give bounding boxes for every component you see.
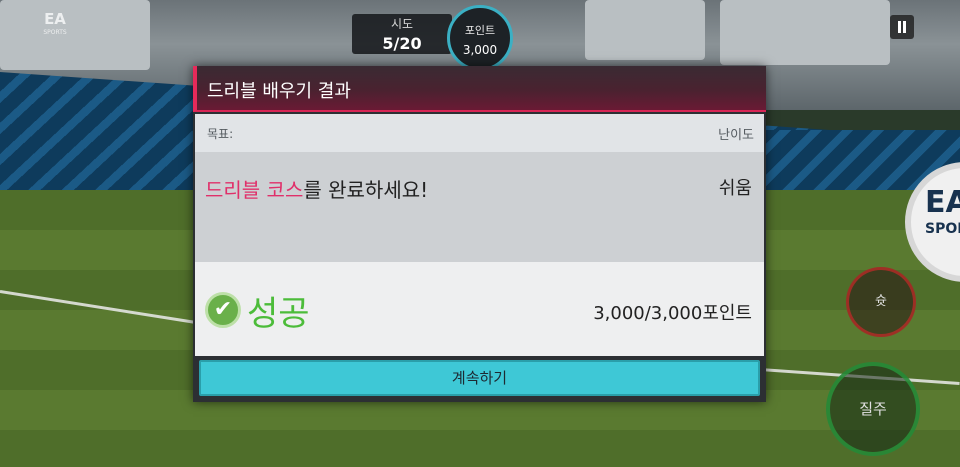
pitch-line (0, 290, 198, 325)
success-text: 성공 (247, 294, 310, 334)
points-label: 포인트 (464, 24, 496, 37)
task-highlight: 드리블 코스 (205, 178, 304, 202)
result-dialog: 드리블 배우기 결과 목표: 난이도 드리블 코스를 완료하세요! 쉬움 ✔ 성… (193, 66, 766, 402)
dialog-header: 드리블 배우기 결과 (193, 66, 766, 112)
task-text: 드리블 코스를 완료하세요! (205, 174, 428, 203)
sprint-button[interactable]: 질주 (826, 362, 920, 456)
shoot-button[interactable]: 슛 (846, 267, 916, 337)
points-value: 3,000 (462, 43, 498, 57)
result-area: ✔ 성공 3,000/3,000포인트 (195, 262, 764, 356)
dialog-title: 드리블 배우기 결과 (207, 81, 351, 102)
attempts-counter: 시도 5/20 (352, 14, 452, 54)
stand-block (0, 0, 150, 70)
attempts-label: 시도 (390, 17, 414, 31)
continue-button[interactable]: 계속하기 (199, 360, 760, 396)
task-rest: 를 완료하세요! (303, 178, 429, 202)
goal-label: 목표: (207, 127, 234, 141)
checkmark-icon: ✔ (205, 292, 241, 328)
stand-block (585, 0, 705, 60)
difficulty-label: 난이도 (718, 128, 754, 143)
goal-bar: 목표: 난이도 (195, 114, 764, 152)
stand-block (720, 0, 890, 65)
difficulty-value: 쉬움 (718, 178, 752, 199)
points-badge: 포인트 3,000 (447, 5, 513, 71)
attempts-value: 5/20 (382, 34, 422, 53)
ea-sports-logo: EA SPORTS (43, 10, 67, 37)
points-result: 3,000/3,000포인트 (593, 303, 752, 324)
task-area: 드리블 코스를 완료하세요! 쉬움 (195, 152, 764, 262)
pause-button[interactable] (890, 15, 914, 39)
